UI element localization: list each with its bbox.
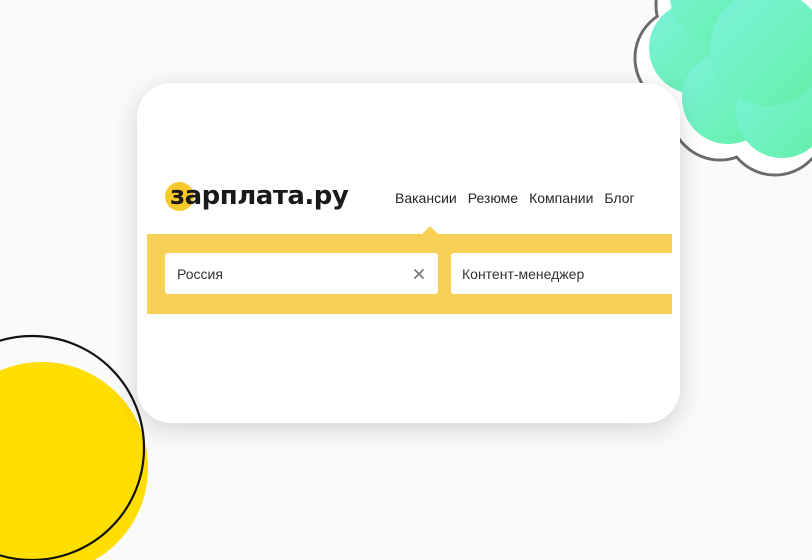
site-logo[interactable]: зарплата.ру: [165, 179, 349, 219]
nav-item-blog[interactable]: Блог: [604, 188, 634, 208]
nav-item-companies[interactable]: Компании: [529, 188, 593, 208]
site-header-card: зарплата.ру Вакансии Резюме Компании Бло…: [137, 83, 680, 423]
caret-up-icon: [422, 226, 438, 234]
search-bar: Россия Контент-менеджер: [147, 234, 680, 314]
location-value: Россия: [177, 265, 223, 282]
job-search-input[interactable]: Контент-менеджер: [451, 253, 680, 294]
logo-text: зарплата.ру: [170, 181, 349, 211]
site-header: зарплата.ру Вакансии Резюме Компании Бло…: [137, 83, 680, 233]
nav-item-vacancies[interactable]: Вакансии: [395, 188, 457, 208]
location-field[interactable]: Россия: [165, 253, 438, 294]
close-icon[interactable]: [412, 267, 426, 281]
search-query-value: Контент-менеджер: [462, 265, 585, 282]
nav-item-resumes[interactable]: Резюме: [468, 188, 518, 208]
main-nav: Вакансии Резюме Компании Блог: [395, 188, 635, 208]
yellow-circle-decoration: [0, 334, 148, 560]
